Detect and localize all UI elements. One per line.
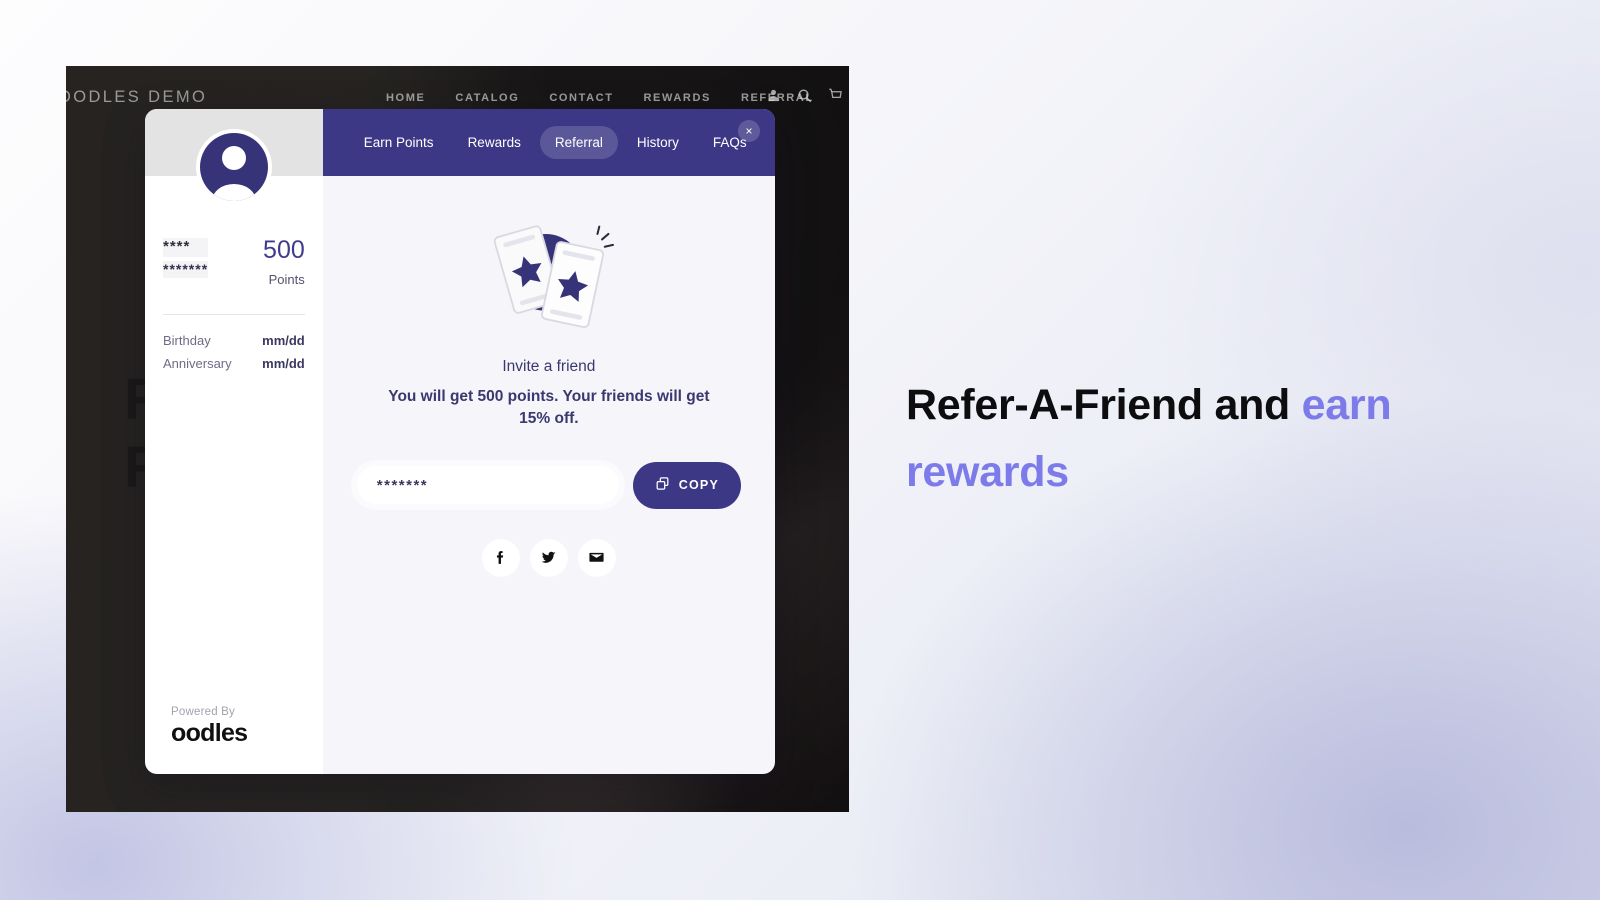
store-header-icons xyxy=(766,88,843,103)
referral-panel-body: Invite a friend You will get 500 points.… xyxy=(323,176,775,774)
points-block: 500 Points xyxy=(263,236,305,288)
sidebar-body: **** ******* 500 Points Birthday mm/dd A… xyxy=(145,176,323,375)
copy-button[interactable]: COPY xyxy=(632,461,741,509)
widget-panel: Earn Points Rewards Referral History FAQ… xyxy=(322,109,775,774)
user-icon[interactable] xyxy=(766,88,781,103)
share-buttons xyxy=(481,538,616,577)
anniversary-value: mm/dd xyxy=(262,356,305,371)
store-logo[interactable]: OODLES DEMO xyxy=(66,88,207,107)
anniversary-label: Anniversary xyxy=(163,356,232,371)
referral-code-row: COPY xyxy=(356,461,741,509)
copy-button-label: COPY xyxy=(678,478,719,493)
copy-icon xyxy=(655,476,670,494)
email-icon[interactable] xyxy=(577,538,616,577)
powered-by-label: Powered By xyxy=(171,706,236,718)
invite-description: You will get 500 points. Your friends wi… xyxy=(388,388,710,428)
birthday-label: Birthday xyxy=(163,333,211,348)
user-name-masked: **** xyxy=(163,238,209,257)
user-subtitle-masked: ******* xyxy=(163,260,209,279)
widget-tab-bar: Earn Points Rewards Referral History FAQ… xyxy=(322,109,775,176)
close-icon[interactable]: × xyxy=(738,120,760,142)
birthday-value: mm/dd xyxy=(262,333,305,348)
sidebar-divider xyxy=(163,314,305,315)
widget-sidebar: **** ******* 500 Points Birthday mm/dd A… xyxy=(145,109,323,774)
identity-block: **** ******* xyxy=(163,238,209,279)
tab-referral[interactable]: Referral xyxy=(539,126,618,159)
nav-item-home[interactable]: HOME xyxy=(386,92,425,104)
browser-screenshot-region: OODLES DEMO HOME CATALOG CONTACT REWARDS… xyxy=(66,66,849,812)
user-avatar-icon xyxy=(199,133,268,201)
store-nav: HOME CATALOG CONTACT REWARDS REFERRAL xyxy=(386,92,814,104)
nav-item-catalog[interactable]: CATALOG xyxy=(455,92,519,104)
powered-by-brand: oodles xyxy=(171,719,248,747)
points-value: 500 xyxy=(263,236,305,264)
identity-row: **** ******* 500 Points xyxy=(163,238,305,287)
referral-code-input[interactable] xyxy=(356,466,619,505)
search-icon[interactable] xyxy=(797,88,812,103)
nav-item-rewards[interactable]: REWARDS xyxy=(644,92,711,104)
marketing-headline-plain: Refer-A-Friend and xyxy=(906,381,1302,429)
twitter-icon[interactable] xyxy=(529,538,568,577)
avatar[interactable] xyxy=(195,129,272,205)
facebook-icon[interactable] xyxy=(481,538,520,577)
nav-item-contact[interactable]: CONTACT xyxy=(549,92,613,104)
cart-icon[interactable] xyxy=(828,88,843,103)
points-label: Points xyxy=(268,272,305,287)
profile-field-anniversary[interactable]: Anniversary mm/dd xyxy=(163,352,305,375)
tab-history[interactable]: History xyxy=(622,126,694,159)
invite-title: Invite a friend xyxy=(502,358,596,375)
loyalty-widget-modal: **** ******* 500 Points Birthday mm/dd A… xyxy=(145,109,775,774)
marketing-headline: Refer-A-Friend and earn rewards xyxy=(906,372,1506,505)
profile-field-birthday[interactable]: Birthday mm/dd xyxy=(163,329,305,352)
powered-by-block: Powered By oodles xyxy=(145,706,323,774)
tickets-with-stars-illustration xyxy=(493,225,614,329)
tab-rewards[interactable]: Rewards xyxy=(453,126,536,159)
tab-earn-points[interactable]: Earn Points xyxy=(349,126,449,159)
